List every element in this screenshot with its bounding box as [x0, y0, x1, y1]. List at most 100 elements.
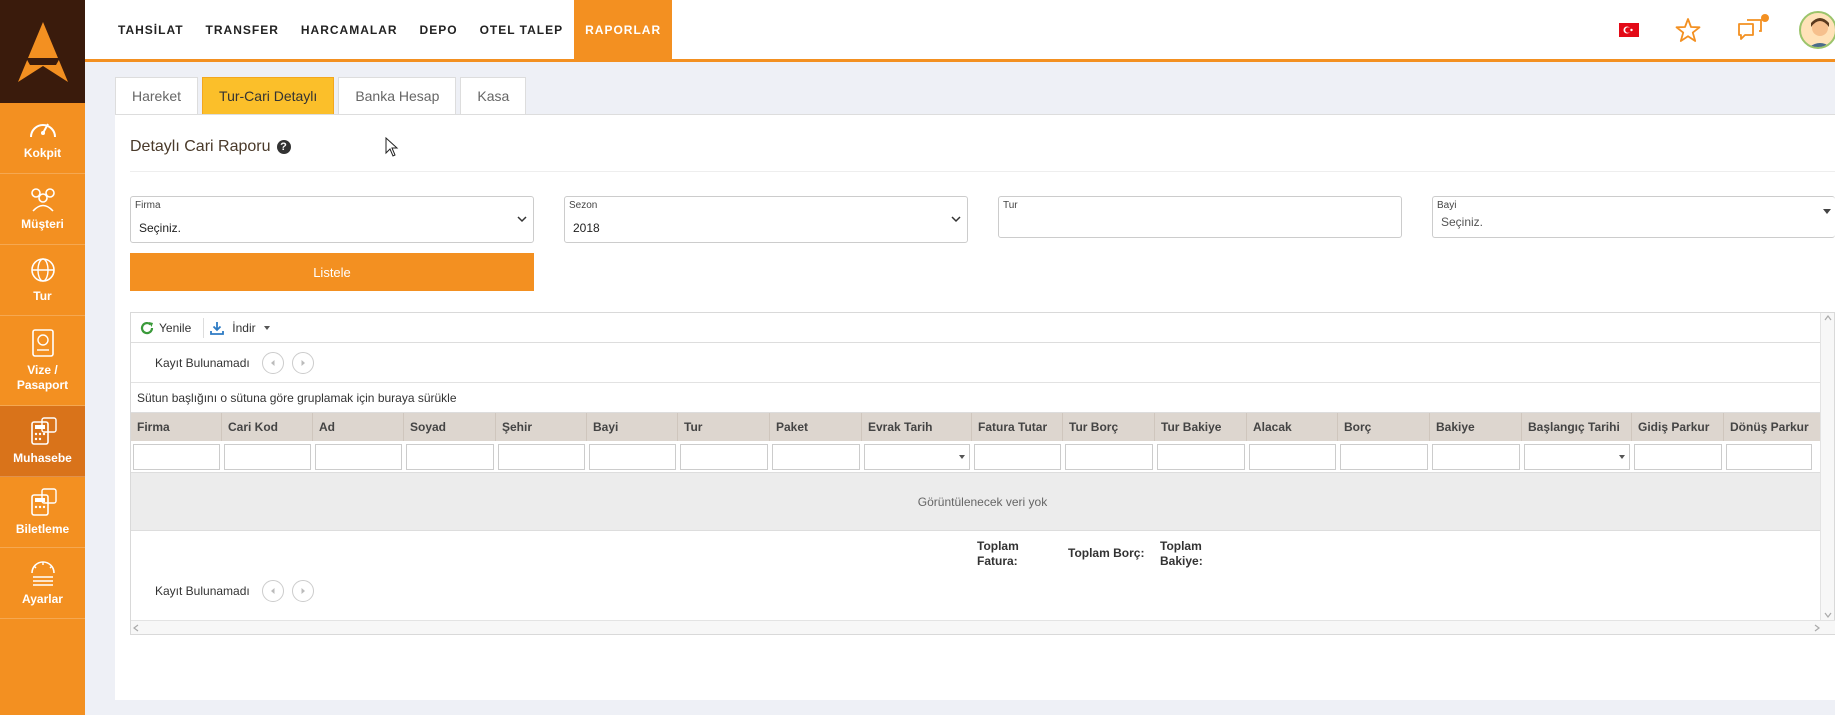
filter-donus-parkur[interactable] [1726, 443, 1812, 470]
grid-header-row: Firma Cari Kod Ad Soyad Şehir Bayi Tur P… [131, 413, 1834, 441]
nav-transfer[interactable]: TRANSFER [195, 0, 290, 59]
settings-icon [30, 561, 55, 586]
sidebar-item-vize-pasaport[interactable]: Vize / Pasaport [0, 316, 85, 406]
filter-bayi[interactable] [589, 443, 676, 470]
user-avatar-icon [1809, 17, 1831, 47]
filter-alacak[interactable] [1249, 443, 1336, 470]
filter-tur-borc[interactable] [1065, 443, 1153, 470]
globe-icon [30, 258, 55, 282]
pager-info: Kayıt Bulunamadı [155, 584, 250, 598]
col-alacak[interactable]: Alacak [1247, 413, 1338, 441]
grid-pager-bottom: Kayıt Bulunamadı [131, 571, 1834, 611]
favorites-button[interactable] [1675, 17, 1701, 43]
filter-cari-kod[interactable] [224, 443, 311, 470]
col-bayi[interactable]: Bayi [587, 413, 678, 441]
prev-page-button[interactable] [261, 351, 284, 374]
listele-button[interactable]: Listele [130, 253, 534, 291]
download-label: İndir [232, 320, 256, 335]
col-cari-kod[interactable]: Cari Kod [222, 413, 313, 441]
group-drop-area[interactable]: Sütun başlığını o sütuna göre gruplamak … [131, 383, 1834, 413]
sidebar-item-tur[interactable]: Tur [0, 245, 85, 316]
nav-harcamalar[interactable]: HARCAMALAR [290, 0, 409, 59]
caret-down-icon [263, 325, 270, 330]
tab-kasa[interactable]: Kasa [460, 77, 527, 114]
sezon-label: Sezon [569, 200, 598, 211]
filter-evrak-tarih[interactable] [864, 443, 970, 470]
refresh-button[interactable]: Yenile [137, 317, 199, 339]
tur-input[interactable]: Tur [998, 196, 1402, 238]
vertical-scrollbar[interactable] [1820, 313, 1834, 622]
col-fatura-tutar[interactable]: Fatura Tutar [972, 413, 1063, 441]
filter-gidis-parkur[interactable] [1634, 443, 1722, 470]
col-paket[interactable]: Paket [770, 413, 862, 441]
grid-toolbar: Yenile İndir [131, 313, 1834, 343]
col-donus-parkur[interactable]: Dönüş Parkur [1724, 413, 1814, 441]
col-bakiye[interactable]: Bakiye [1430, 413, 1522, 441]
mouse-cursor-icon [385, 137, 399, 157]
col-sehir[interactable]: Şehir [496, 413, 587, 441]
caret-down-icon [1619, 454, 1625, 459]
tab-banka-hesap[interactable]: Banka Hesap [338, 77, 457, 114]
prev-page-button[interactable] [261, 580, 284, 602]
download-button[interactable]: İndir [208, 317, 277, 339]
filter-borc[interactable] [1340, 443, 1428, 470]
bayi-label: Bayi [1437, 200, 1457, 211]
chat-icon [1738, 18, 1762, 40]
filter-paket[interactable] [772, 443, 860, 470]
sezon-value: 2018 [573, 221, 600, 235]
col-firma[interactable]: Firma [131, 413, 222, 441]
logo[interactable] [0, 0, 85, 103]
tur-label: Tur [1003, 200, 1018, 211]
col-ad[interactable]: Ad [313, 413, 404, 441]
filter-firma[interactable] [133, 443, 220, 470]
col-baslangic-tarihi[interactable]: Başlangıç Tarihi [1522, 413, 1632, 441]
next-page-button[interactable] [291, 351, 314, 374]
col-gidis-parkur[interactable]: Gidiş Parkur [1632, 413, 1724, 441]
sidebar-item-label: Kokpit [23, 146, 62, 160]
filter-baslangic-tarihi[interactable] [1524, 443, 1630, 470]
main-nav: TAHSİLAT TRANSFER HARCAMALAR DEPO OTEL T… [85, 0, 1835, 59]
filter-tur-bakiye[interactable] [1157, 443, 1245, 470]
sidebar-item-ayarlar[interactable]: Ayarlar [0, 548, 85, 619]
filter-tur[interactable] [680, 443, 768, 470]
nav-tahsilat[interactable]: TAHSİLAT [107, 0, 195, 59]
empty-message: Görüntülenecek veri yok [917, 494, 1048, 509]
horizontal-scrollbar[interactable] [131, 620, 1835, 634]
filter-soyad[interactable] [406, 443, 494, 470]
bayi-select[interactable]: Bayi Seçiniz. [1432, 196, 1835, 238]
col-borc[interactable]: Borç [1338, 413, 1430, 441]
tab-hareket[interactable]: Hareket [115, 77, 199, 114]
divider [130, 171, 1835, 172]
sidebar-item-label: Vize / Pasaport [16, 363, 69, 392]
next-page-button[interactable] [291, 580, 314, 602]
help-icon[interactable]: ? [276, 140, 291, 154]
filter-bakiye[interactable] [1432, 443, 1520, 470]
filter-ad[interactable] [315, 443, 402, 470]
nav-depo[interactable]: DEPO [409, 0, 469, 59]
filter-fatura-tutar[interactable] [974, 443, 1061, 470]
sidebar-item-kokpit[interactable]: Kokpit [0, 103, 85, 174]
sezon-select[interactable]: Sezon 2018 [564, 196, 968, 243]
top-navbar: TAHSİLAT TRANSFER HARCAMALAR DEPO OTEL T… [85, 0, 1835, 62]
avatar[interactable] [1799, 10, 1835, 49]
messages-button[interactable] [1737, 13, 1769, 42]
col-tur[interactable]: Tur [678, 413, 770, 441]
col-soyad[interactable]: Soyad [404, 413, 496, 441]
nav-raporlar[interactable]: RAPORLAR [574, 0, 673, 59]
filter-sehir[interactable] [498, 443, 585, 470]
turkish-flag-icon[interactable] [1619, 22, 1639, 37]
ticket-icon [30, 488, 57, 516]
page-title-text: Detaylı Cari Raporu [130, 138, 271, 155]
grid-filter-row [131, 441, 1834, 473]
sidebar-item-muhasebe[interactable]: Muhasebe [0, 406, 85, 477]
sidebar-item-biletleme[interactable]: Biletleme [0, 477, 85, 548]
col-evrak-tarih[interactable]: Evrak Tarih [862, 413, 972, 441]
sidebar-item-musteri[interactable]: Müşteri [0, 174, 85, 245]
firma-select[interactable]: Firma Seçiniz. [130, 196, 534, 243]
col-tur-bakiye[interactable]: Tur Bakiye [1155, 413, 1247, 441]
content-panel: Hareket Tur-Cari Detaylı Banka Hesap Kas… [115, 62, 1835, 700]
nav-otel-talep[interactable]: OTEL TALEP [469, 0, 575, 59]
tab-tur-cari-detayli[interactable]: Tur-Cari Detaylı [202, 77, 335, 114]
scroll-arrows-icon [133, 624, 1820, 632]
col-tur-borc[interactable]: Tur Borç [1063, 413, 1155, 441]
